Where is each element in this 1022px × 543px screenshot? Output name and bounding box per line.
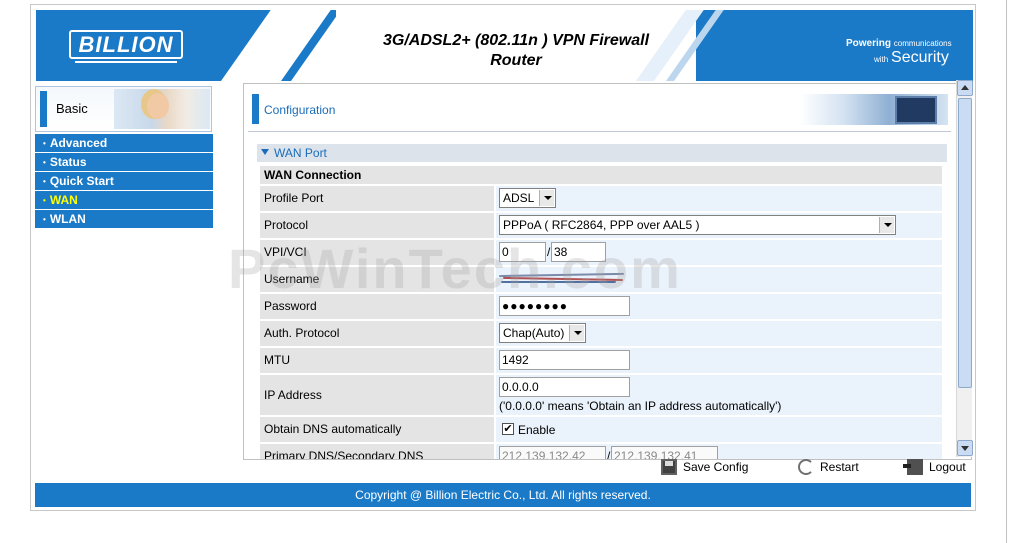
content-panel: Configuration WAN Port WAN Connection Pr… [243,83,972,460]
header-banner: BILLION 3G/ADSL2+ (802.11n ) VPN Firewal… [36,10,973,81]
sidebar-item-advanced[interactable]: • Advanced [35,134,213,152]
row-password: Password ●●●●●●●● [260,294,942,319]
configuration-header: Configuration [244,84,954,128]
sidebar-item-wlan[interactable]: • WLAN [35,210,213,228]
sidebar-item-quick-start[interactable]: • Quick Start [35,172,213,190]
ip-address-hint: ('0.0.0.0' means 'Obtain an IP address a… [499,399,782,413]
row-username: Username [260,267,942,292]
configuration-title: Configuration [264,103,336,117]
divider [248,131,951,132]
auth-protocol-select[interactable]: Chap(Auto) [499,323,586,343]
vci-input[interactable]: 38 [551,242,606,262]
chevron-down-icon [569,325,584,341]
router-admin-page: BILLION 3G/ADSL2+ (802.11n ) VPN Firewal… [30,4,976,511]
ip-address-input[interactable]: 0.0.0.0 [499,377,630,397]
content-scrollbar[interactable] [956,80,973,457]
sidebar-item-status[interactable]: • Status [35,153,213,171]
bullet-icon: • [43,196,46,205]
protocol-select[interactable]: PPPoA ( RFC2864, PPP over AAL5 ) [499,215,896,235]
row-auth-protocol: Auth. Protocol Chap(Auto) [260,321,942,346]
bullet-icon: • [43,177,46,186]
profile-port-select[interactable]: ADSL [499,188,556,208]
row-ip-address: IP Address 0.0.0.0 ('0.0.0.0' means 'Obt… [260,375,942,415]
bullet-icon: • [43,158,46,167]
office-banner-image [800,94,948,125]
wan-port-section-header[interactable]: WAN Port [257,144,947,162]
restart-button[interactable]: Restart [798,459,859,475]
vpi-input[interactable]: 0 [499,242,546,262]
enable-label: Enable [518,423,556,437]
logout-door-icon [903,459,923,475]
row-mtu: MTU 1492 [260,348,942,373]
copyright-footer: Copyright @ Billion Electric Co., Ltd. A… [35,483,971,507]
bullet-icon: • [43,139,46,148]
wan-connection-header: WAN Connection [260,166,942,184]
password-input[interactable]: ●●●●●●●● [499,296,630,316]
sidebar-menu: • Advanced • Status • Quick Start • WAN • WLA… [35,134,213,229]
secondary-dns-input[interactable]: 212.139.132.41 [611,446,718,459]
basic-mode-box[interactable]: Basic [35,86,212,132]
save-config-button[interactable]: Save Config [661,459,748,475]
billion-logo: BILLION [69,30,183,63]
floppy-disk-icon [661,459,677,475]
chevron-down-icon [539,190,554,206]
row-obtain-dns: Obtain DNS automatically ✔ Enable [260,417,942,442]
scroll-thumb[interactable] [958,98,972,388]
row-protocol: Protocol PPPoA ( RFC2864, PPP over AAL5 … [260,213,942,238]
window-edge [1006,0,1007,543]
row-dns-servers: Primary DNS/Secondary DNS 212.139.132.42… [260,444,942,460]
restart-icon [798,459,814,475]
scroll-down-button[interactable] [957,440,973,456]
wan-connection-form: WAN Connection Profile Port ADSL Protoco… [260,166,942,460]
chevron-down-icon [879,217,894,233]
title-line-2: Router [490,52,542,69]
primary-dns-input[interactable]: 212.139.132.42 [499,446,606,459]
row-vpi-vci: VPI/VCI 0 / 38 [260,240,942,265]
tagline: Powering communications with Security [846,38,952,66]
dns-separator: / [607,449,611,460]
scroll-up-button[interactable] [957,80,973,96]
collapse-triangle-icon [261,149,269,155]
mtu-input[interactable]: 1492 [499,350,630,370]
person-photo-icon [147,93,169,119]
bullet-icon: • [43,215,46,224]
username-redacted[interactable] [498,271,629,287]
sidebar-item-wan[interactable]: • WAN [35,191,213,209]
basic-label: Basic [56,101,88,116]
vpi-vci-separator: / [547,245,551,259]
logout-button[interactable]: Logout [903,459,966,475]
page-title: 3G/ADSL2+ (802.11n ) VPN Firewall Router [356,31,676,71]
obtain-dns-checkbox[interactable]: ✔ [502,423,514,435]
title-line-1: 3G/ADSL2+ (802.11n ) VPN Firewall [382,32,650,49]
row-profile-port: Profile Port ADSL [260,186,942,211]
